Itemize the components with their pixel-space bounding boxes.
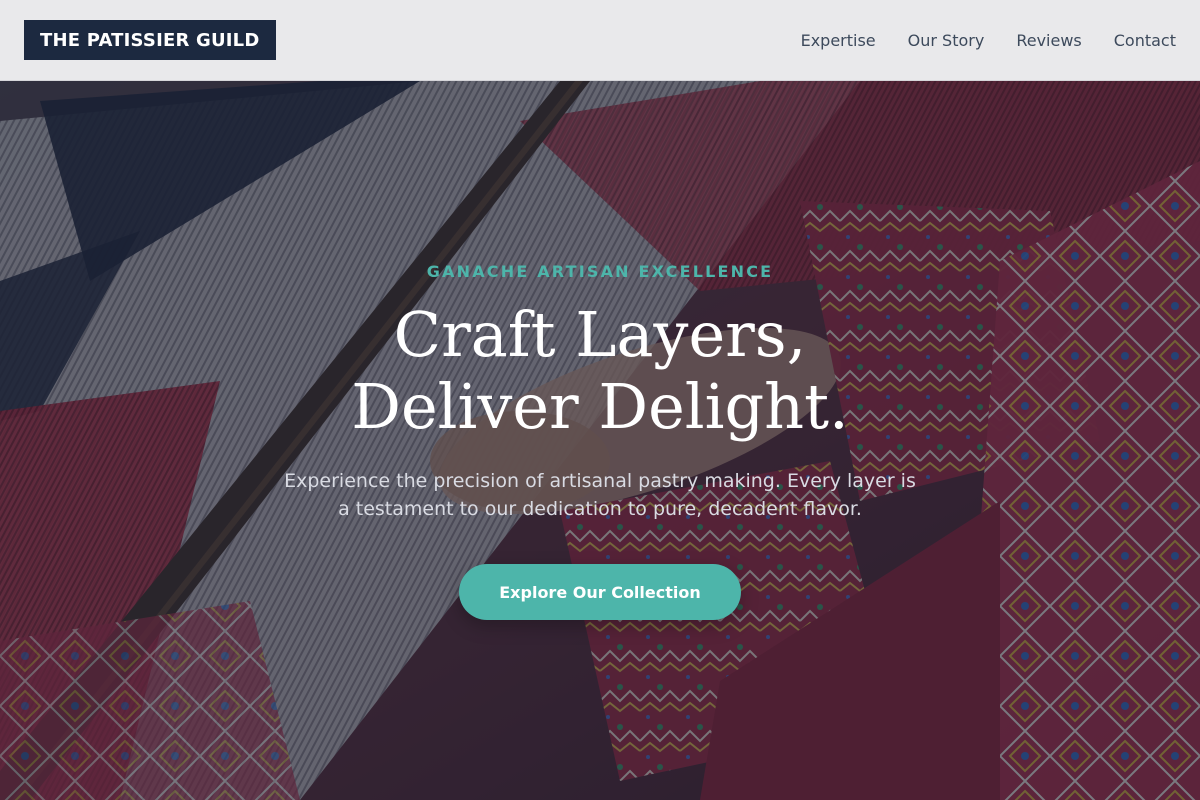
hero-subtext-line1: Experience the precision of artisanal pa… (284, 470, 916, 492)
explore-collection-button[interactable]: Explore Our Collection (459, 564, 741, 620)
hero-eyebrow: GANACHE ARTISAN EXCELLENCE (426, 262, 774, 281)
hero-subtext: Experience the precision of artisanal pa… (260, 467, 940, 523)
main-nav: Expertise Our Story Reviews Contact (801, 31, 1176, 50)
hero-section: GANACHE ARTISAN EXCELLENCE Craft Layers,… (0, 81, 1200, 800)
site-logo[interactable]: THE PATISSIER GUILD (24, 20, 276, 60)
hero-subtext-line2: a testament to our dedication to pure, d… (338, 498, 862, 520)
nav-link-our-story[interactable]: Our Story (908, 31, 985, 50)
nav-link-contact[interactable]: Contact (1114, 31, 1176, 50)
nav-link-reviews[interactable]: Reviews (1016, 31, 1081, 50)
site-header: THE PATISSIER GUILD Expertise Our Story … (0, 0, 1200, 81)
hero-headline: Craft Layers, Deliver Delight. (0, 299, 1200, 443)
nav-link-expertise[interactable]: Expertise (801, 31, 876, 50)
hero-headline-line1: Craft Layers, (393, 298, 807, 371)
hero-headline-line2: Deliver Delight. (351, 370, 849, 443)
